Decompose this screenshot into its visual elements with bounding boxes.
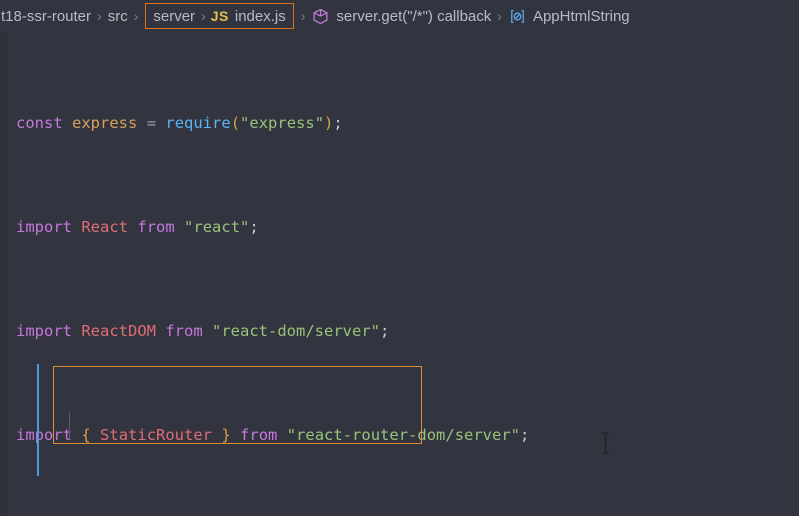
breadcrumb-separator: › bbox=[133, 8, 139, 24]
code-editor[interactable]: const express = require("express"); impo… bbox=[0, 32, 799, 516]
method-cube-icon bbox=[312, 8, 329, 25]
breadcrumb-item-src[interactable]: src bbox=[107, 8, 129, 25]
breadcrumb-separator: › bbox=[97, 8, 102, 24]
breadcrumb-item-indexjs-label: index.js bbox=[234, 7, 286, 25]
code-content[interactable]: const express = require("express"); impo… bbox=[8, 32, 529, 516]
breadcrumb: t18-ssr-router › src › server › JS index… bbox=[0, 0, 799, 32]
code-line[interactable]: import ReactDOM from "react-dom/server"; bbox=[8, 318, 529, 344]
breadcrumb-item-server-label: server bbox=[153, 7, 196, 25]
vscode-editor-window: t18-ssr-router › src › server › JS index… bbox=[0, 0, 799, 516]
breadcrumb-item-callback[interactable]: server.get("/*") callback bbox=[335, 8, 492, 25]
text-ibeam-cursor bbox=[601, 432, 610, 454]
breadcrumb-item-server[interactable]: server › JS index.js bbox=[145, 3, 294, 29]
variable-bracket-icon bbox=[509, 8, 526, 25]
breadcrumb-separator: › bbox=[300, 8, 306, 24]
js-file-icon: JS bbox=[210, 8, 229, 24]
active-indent-guide bbox=[37, 364, 39, 476]
code-line[interactable]: import React from "react"; bbox=[8, 214, 529, 240]
breadcrumb-item-apphtmlstring[interactable]: AppHtmlString bbox=[532, 8, 631, 25]
code-line[interactable]: import { StaticRouter } from "react-rout… bbox=[8, 422, 529, 448]
code-line[interactable]: const express = require("express"); bbox=[8, 110, 529, 136]
breadcrumb-separator: › bbox=[201, 8, 206, 24]
editor-gutter bbox=[0, 32, 8, 516]
breadcrumb-item-project[interactable]: t18-ssr-router bbox=[0, 8, 92, 25]
breadcrumb-separator: › bbox=[497, 8, 502, 24]
indent-guide bbox=[69, 412, 70, 440]
